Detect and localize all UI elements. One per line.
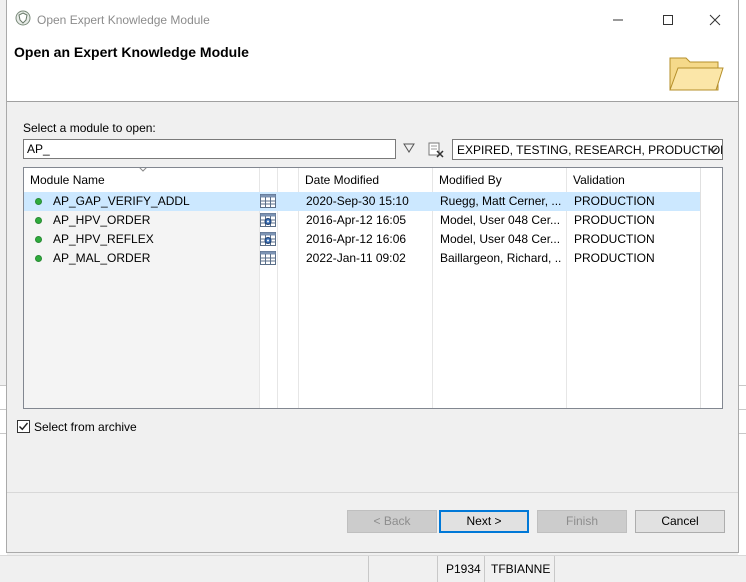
validation-status: PRODUCTION: [574, 213, 655, 227]
status-user: TFBIANNE: [491, 562, 551, 576]
date-modified: 2022-Jan-11 09:02: [306, 251, 406, 265]
date-modified: 2016-Apr-12 16:05: [306, 213, 407, 227]
close-icon: [709, 14, 721, 26]
status-filter-select[interactable]: EXPIRED, TESTING, RESEARCH, PRODUCTION,: [452, 139, 723, 160]
module-name: AP_MAL_ORDER: [53, 251, 151, 265]
sort-descending-icon: [139, 168, 147, 172]
table-row[interactable]: AP_HPV_REFLEX 2016-Apr-12 16:06 Model, Use…: [24, 230, 700, 249]
module-name: AP_GAP_VERIFY_ADDL: [53, 194, 190, 208]
cancel-button[interactable]: Cancel: [635, 510, 725, 533]
filter-icon[interactable]: [403, 143, 415, 153]
date-modified: 2020-Sep-30 15:10: [306, 194, 409, 208]
shield-icon: [15, 10, 31, 26]
window-title: Open Expert Knowledge Module: [37, 13, 210, 27]
button-separator: [7, 492, 738, 493]
open-module-dialog: Open Expert Knowledge Module Open an Exp…: [6, 0, 739, 553]
clear-filter-icon[interactable]: [428, 142, 444, 158]
background-window: [738, 0, 746, 555]
status-code: P1934: [446, 562, 481, 576]
validation-status: PRODUCTION: [574, 232, 655, 246]
modified-by: Ruegg, Matt Cerner, ...: [440, 194, 562, 208]
status-dot-icon: [35, 198, 42, 205]
module-name: AP_HPV_REFLEX: [53, 232, 154, 246]
chevron-down-icon[interactable]: [704, 140, 722, 159]
module-search-input[interactable]: AP_: [23, 139, 396, 159]
select-from-archive-checkbox[interactable]: [17, 420, 30, 433]
grid-settings-icon: [260, 232, 276, 249]
finish-button[interactable]: Finish: [537, 510, 627, 533]
dialog-header: Open an Expert Knowledge Module: [7, 38, 738, 102]
table-row[interactable]: AP_MAL_ORDER 2022-Jan-11 09:02 Baillargeon…: [24, 249, 700, 268]
validation-status: PRODUCTION: [574, 251, 655, 265]
back-button[interactable]: < Back: [347, 510, 437, 533]
maximize-button[interactable]: [653, 8, 683, 32]
validation-status: PRODUCTION: [574, 194, 655, 208]
header-title: Open an Expert Knowledge Module: [14, 44, 249, 60]
column-header-modified-by[interactable]: Modified By: [433, 168, 508, 192]
table-scroll-area: [700, 168, 722, 408]
grid-icon: [260, 194, 276, 211]
table-row[interactable]: AP_HPV_ORDER 2016-Apr-12 16:05 Model, User…: [24, 211, 700, 230]
folder-icon: [669, 57, 724, 91]
modified-by: Baillargeon, Richard, ...: [440, 251, 562, 265]
column-header-date-modified[interactable]: Date Modified: [299, 168, 385, 192]
status-dot-icon: [35, 255, 42, 262]
status-dot-icon: [35, 236, 42, 243]
module-table: Module Name Date Modified Modified By Va…: [23, 167, 723, 409]
table-row[interactable]: AP_GAP_VERIFY_ADDL 2020-Sep-30 15:10 Ruegg…: [24, 192, 700, 211]
minimize-icon: [613, 19, 623, 21]
close-button[interactable]: [700, 8, 730, 32]
date-modified: 2016-Apr-12 16:06: [306, 232, 407, 246]
minimize-button[interactable]: [603, 8, 633, 32]
checkmark-icon: [19, 422, 29, 431]
column-header-validation[interactable]: Validation: [567, 168, 631, 192]
modified-by: Model, User 048 Cer...: [440, 232, 561, 246]
modified-by: Model, User 048 Cer...: [440, 213, 561, 227]
select-module-label: Select a module to open:: [23, 121, 156, 135]
title-bar: Open Expert Knowledge Module: [7, 0, 738, 38]
status-bar: P1934 TFBIANNE: [0, 555, 746, 582]
next-button[interactable]: Next >: [439, 510, 529, 533]
maximize-icon: [663, 15, 673, 25]
column-header-module-name[interactable]: Module Name: [24, 168, 111, 192]
module-name: AP_HPV_ORDER: [53, 213, 151, 227]
grid-settings-icon: [260, 213, 276, 230]
status-dot-icon: [35, 217, 42, 224]
select-from-archive-label[interactable]: Select from archive: [34, 420, 137, 434]
grid-icon: [260, 251, 276, 268]
status-filter-value: EXPIRED, TESTING, RESEARCH, PRODUCTION,: [457, 143, 723, 157]
